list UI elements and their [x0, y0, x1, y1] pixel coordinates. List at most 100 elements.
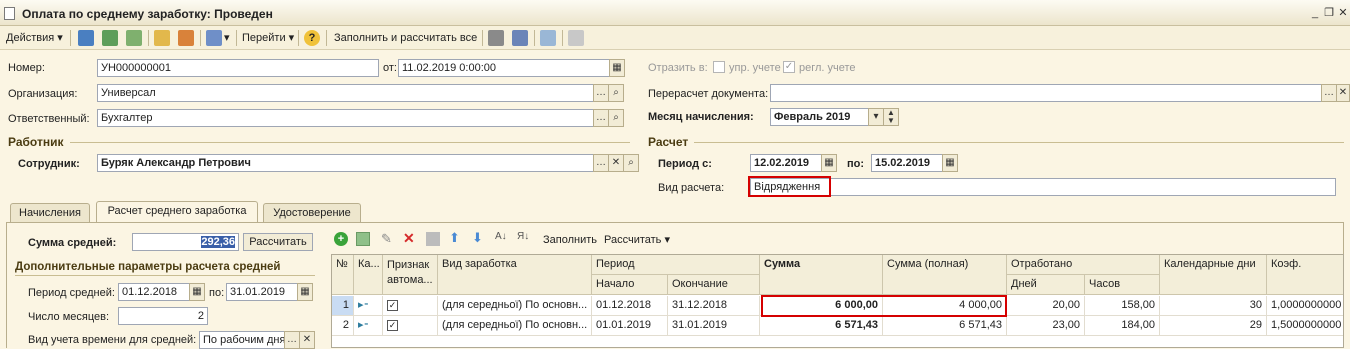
row-number[interactable]: 1 — [332, 296, 354, 316]
calendar-icon[interactable]: ▦ — [942, 154, 958, 172]
reg-accounting-checkbox[interactable]: ✓ — [783, 61, 795, 73]
refresh-icon[interactable] — [102, 30, 118, 46]
avg-period-from-field[interactable]: 01.12.2018 — [118, 283, 190, 301]
coefficient-cell[interactable]: 1,5000000000 — [1267, 316, 1343, 336]
hours-cell[interactable]: 184,00 — [1085, 316, 1160, 336]
row-number[interactable]: 2 — [332, 316, 354, 336]
actions-menu[interactable]: Действия ▾ — [6, 30, 63, 46]
sort-desc-icon[interactable]: Я↓ — [517, 231, 529, 242]
minimize-icon[interactable]: _ — [1308, 6, 1322, 20]
clear-icon[interactable]: ✕ — [299, 331, 315, 349]
end-cell[interactable]: 31.01.2019 — [668, 316, 760, 336]
preview-icon[interactable] — [540, 30, 556, 46]
unpost-icon[interactable] — [178, 30, 194, 46]
select-button[interactable]: … — [593, 109, 609, 127]
col-sum[interactable]: Сумма — [760, 255, 883, 295]
col-calendar-days[interactable]: Календарные дни — [1160, 255, 1267, 295]
calendar-icon[interactable]: ▦ — [297, 283, 313, 301]
coefficient-cell[interactable]: 1,0000000000 — [1267, 296, 1343, 316]
select-button[interactable]: … — [593, 154, 609, 172]
earnings-table[interactable]: № Ка... Признак автома... Вид заработка … — [331, 254, 1344, 348]
earning-type-cell[interactable]: (для середньої) По основн... — [438, 296, 592, 316]
tab-certificate[interactable]: Удостоверение — [263, 203, 361, 223]
hierarchy-icon[interactable] — [512, 30, 528, 46]
col-auto-sign[interactable]: Признак автома... — [383, 255, 438, 295]
select-button[interactable]: … — [284, 331, 300, 349]
calculate-button[interactable]: Рассчитать — [243, 233, 313, 251]
col-number[interactable]: № — [332, 255, 354, 295]
calendar-icon[interactable]: ▦ — [609, 59, 625, 77]
start-cell[interactable]: 01.12.2018 — [592, 296, 668, 316]
col-period[interactable]: Период — [592, 255, 760, 275]
sum-cell[interactable]: 6 571,43 — [760, 316, 883, 336]
responsible-field[interactable]: Бухгалтер — [97, 109, 594, 127]
col-worked[interactable]: Отработано — [1007, 255, 1160, 275]
calc-kind-icon[interactable]: ▸⁃ — [354, 296, 383, 316]
avg-sum-field[interactable]: 292,36 — [132, 233, 239, 251]
structure-dropdown[interactable]: ▾ — [224, 30, 230, 46]
copy-row-icon[interactable] — [356, 232, 370, 246]
end-edit-icon[interactable] — [426, 232, 440, 246]
col-ka[interactable]: Ка... — [354, 255, 383, 295]
months-field[interactable]: 2 — [118, 307, 208, 325]
calc-kind-icon[interactable]: ▸⁃ — [354, 316, 383, 336]
col-end[interactable]: Окончание — [668, 275, 760, 295]
hours-cell[interactable]: 158,00 — [1085, 296, 1160, 316]
select-button[interactable]: … — [593, 84, 609, 102]
chevron-down-icon[interactable]: ▾ — [868, 108, 884, 126]
fill-and-calculate-button[interactable]: Заполнить и рассчитать все — [334, 30, 477, 46]
list-icon[interactable] — [488, 30, 504, 46]
open-icon[interactable]: ⌕ — [623, 154, 639, 172]
save-icon[interactable] — [78, 30, 94, 46]
select-button[interactable]: … — [1321, 84, 1337, 102]
auto-sign-checkbox[interactable]: ✓ — [383, 316, 438, 336]
spin-button[interactable]: ▲ ▼ — [883, 108, 899, 126]
date-field[interactable]: 11.02.2019 0:00:00 — [398, 59, 610, 77]
time-accounting-field[interactable]: По рабочим дням — [199, 331, 285, 349]
print-icon[interactable] — [568, 30, 584, 46]
days-cell[interactable]: 23,00 — [1007, 316, 1085, 336]
calendar-days-cell[interactable]: 29 — [1160, 316, 1267, 336]
calendar-icon[interactable]: ▦ — [189, 283, 205, 301]
tab-average-earnings[interactable]: Расчет среднего заработка — [96, 201, 258, 223]
restore-icon[interactable]: ❐ — [1322, 6, 1336, 20]
edit-icon[interactable]: ✎ — [381, 231, 392, 247]
auto-sign-checkbox[interactable]: ✓ — [383, 296, 438, 316]
fill-button[interactable]: Заполнить — [543, 232, 597, 248]
col-sum-full[interactable]: Сумма (полная) — [883, 255, 1007, 295]
structure-icon[interactable] — [206, 30, 222, 46]
post-icon[interactable] — [154, 30, 170, 46]
delete-icon[interactable]: ✕ — [403, 230, 415, 247]
period-from-field[interactable]: 12.02.2019 — [750, 154, 822, 172]
earning-type-cell[interactable]: (для середньої) По основн... — [438, 316, 592, 336]
calendar-icon[interactable]: ▦ — [821, 154, 837, 172]
sum-full-cell[interactable]: 6 571,43 — [883, 316, 1007, 336]
avg-period-to-field[interactable]: 31.01.2019 — [226, 283, 298, 301]
close-icon[interactable]: ✕ — [1336, 6, 1350, 20]
days-cell[interactable]: 20,00 — [1007, 296, 1085, 316]
period-to-field[interactable]: 15.02.2019 — [871, 154, 943, 172]
goto-menu[interactable]: Перейти ▾ — [242, 30, 294, 46]
tab-accruals[interactable]: Начисления — [10, 203, 90, 223]
organization-field[interactable]: Универсал — [97, 84, 594, 102]
calc-type-field[interactable]: Відрядження — [750, 178, 1336, 196]
col-earning-type[interactable]: Вид заработка — [438, 255, 592, 295]
calendar-days-cell[interactable]: 30 — [1160, 296, 1267, 316]
start-cell[interactable]: 01.01.2019 — [592, 316, 668, 336]
move-up-icon[interactable]: ⬆ — [449, 230, 460, 246]
mgmt-accounting-checkbox[interactable] — [713, 61, 725, 73]
end-cell[interactable]: 31.12.2018 — [668, 296, 760, 316]
open-icon[interactable]: ⌕ — [608, 84, 624, 102]
copy-icon[interactable] — [126, 30, 142, 46]
month-field[interactable]: Февраль 2019 — [770, 108, 869, 126]
col-days[interactable]: Дней — [1007, 275, 1085, 295]
help-icon[interactable]: ? — [304, 30, 320, 46]
number-field[interactable]: УН000000001 — [97, 59, 379, 77]
clear-icon[interactable]: ✕ — [1336, 84, 1350, 102]
clear-icon[interactable]: ✕ — [608, 154, 624, 172]
sort-asc-icon[interactable]: A↓ — [495, 231, 507, 242]
calculate-menu[interactable]: Рассчитать ▾ — [604, 232, 670, 248]
recalc-field[interactable] — [770, 84, 1322, 102]
employee-field[interactable]: Буряк Александр Петрович — [97, 154, 594, 172]
col-hours[interactable]: Часов — [1085, 275, 1160, 295]
